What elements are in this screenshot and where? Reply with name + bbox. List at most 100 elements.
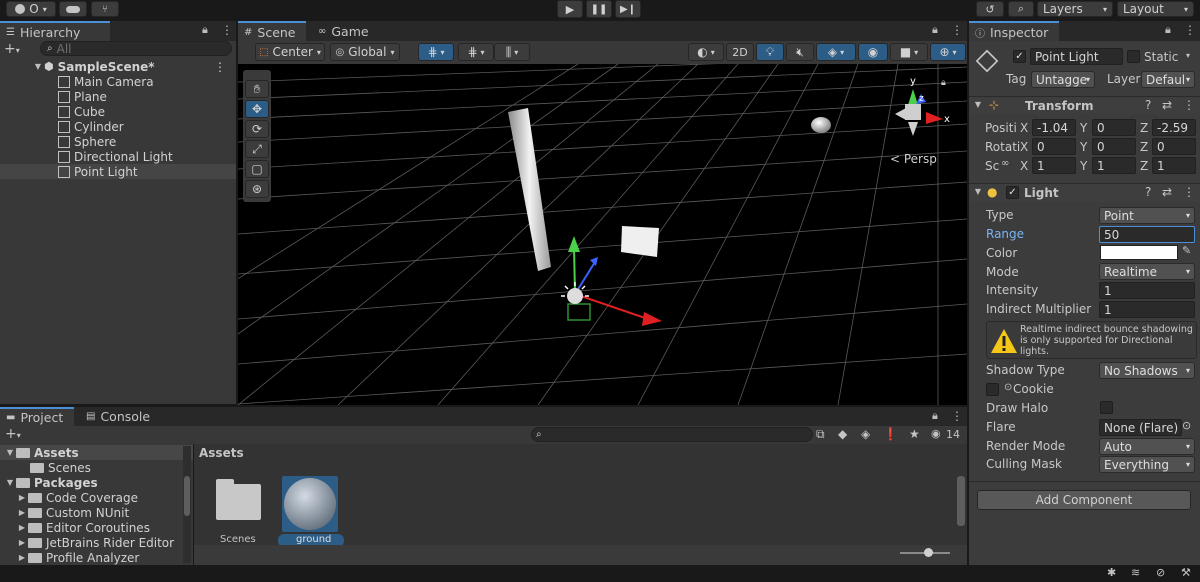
increment-snap-button[interactable]: ⫼ ▾ [494,43,530,61]
search-by-type-icon[interactable]: ⧉ [816,427,825,442]
play-button[interactable]: ▶ [557,0,583,18]
account-button[interactable]: O ▾ [6,1,56,17]
position-y-field[interactable]: 0 [1092,119,1136,136]
object-picker-icon[interactable]: ⊙ [1182,419,1191,432]
eye-icon[interactable]: ◉ [931,427,941,440]
transform-header[interactable]: ▼ ⊹ Transform ? ⇄ ⋮ [969,96,1200,114]
rotation-y-field[interactable]: 0 [1092,138,1136,155]
flare-field[interactable]: None (Flare) [1099,419,1182,436]
tree-item-packages[interactable]: ▼ Packages [0,475,193,490]
add-component-button[interactable]: Add Component [977,490,1191,510]
add-object-button[interactable]: +▾ [4,41,20,57]
create-asset-button[interactable]: +▾ [5,426,21,442]
scene-viewport[interactable]: ✋︎ ✥ ⟳ ⤢ ▢ ⊛ y x z 🔒︎ < Persp [238,64,967,405]
tab-inspector[interactable]: ⓘ Inspector [969,21,1059,41]
object-name-field[interactable]: Point Light [1030,48,1123,65]
tab-console[interactable]: ▤ Console [80,407,156,426]
preset-icon[interactable]: ⇄ [1162,98,1172,112]
camera-dropdown[interactable]: ■ ▾ [890,43,928,61]
rotation-z-field[interactable]: 0 [1152,138,1196,155]
step-button[interactable]: ▶❙ [615,0,641,18]
hierarchy-search-input[interactable]: ⌕ All [40,41,232,56]
draw-halo-checkbox[interactable] [1100,401,1113,414]
layout-dropdown[interactable]: Layout ▾ [1117,1,1194,17]
collab-button[interactable]: ⑂ [91,1,119,17]
history-button[interactable]: ↺ [976,1,1004,17]
hierarchy-item-cube[interactable]: Cube [0,104,236,119]
tab-game[interactable]: ∞ Game [312,21,375,41]
tree-item-package[interactable]: ▶ Profile Analyzer [0,550,193,565]
hierarchy-item-sphere[interactable]: Sphere [0,134,236,149]
scene-row[interactable]: ▼ ⬢ SampleScene* ⋮ [0,59,236,74]
visibility-toggle[interactable]: ◉ [858,43,888,61]
tag-icon[interactable]: ◈ [861,427,870,441]
hierarchy-item-cylinder[interactable]: Cylinder [0,119,236,134]
more-menu-icon[interactable]: ⋮ [951,23,963,37]
help-icon[interactable]: ? [1145,98,1151,112]
culling-mask-dropdown[interactable]: Everything ▾ [1099,456,1195,473]
preset-icon[interactable]: ⇄ [1162,185,1172,199]
position-x-field[interactable]: -1.04 [1032,119,1076,136]
light-header[interactable]: ▼ ● ✓ Light ? ⇄ ⋮ [969,183,1200,202]
position-z-field[interactable]: -2.59 [1152,119,1196,136]
tag-dropdown[interactable]: Untagge ▾ [1031,71,1095,88]
rotation-x-field[interactable]: 0 [1032,138,1076,155]
audio-toggle[interactable]: 🔇︎ [786,43,814,61]
search-by-label-icon[interactable]: ◆ [838,427,847,441]
hierarchy-item-main-camera[interactable]: Main Camera [0,74,236,89]
type-dropdown[interactable]: Point ▾ [1099,207,1195,224]
grid-settings-button[interactable]: ⋕ ▾ [458,43,494,61]
eyedropper-icon[interactable]: ✎ [1182,244,1191,257]
help-icon[interactable]: ? [1145,185,1151,199]
cube-object[interactable] [621,226,659,257]
2d-toggle[interactable]: 2D [726,43,754,61]
shadow-type-dropdown[interactable]: No Shadows ▾ [1099,362,1195,379]
cloud-button[interactable] [59,1,87,17]
more-menu-icon[interactable]: ⋮ [1184,23,1196,37]
collab-status-icon[interactable]: ⚒ [1181,566,1191,579]
lock-icon[interactable]: 🔒︎ [1165,23,1171,37]
more-menu-icon[interactable]: ⋮ [1183,98,1195,112]
pivot-dropdown[interactable]: ⬚ Center ▾ [255,43,325,61]
breadcrumb[interactable]: Assets [199,446,244,460]
active-checkbox[interactable]: ✓ [1013,50,1026,63]
more-menu-icon[interactable]: ⋮ [221,23,233,37]
tree-item-package[interactable]: ▶ Custom NUnit [0,505,193,520]
more-menu-icon[interactable]: ⋮ [1183,185,1195,199]
gizmo-lock-icon[interactable]: 🔒︎ [941,78,946,88]
layer-dropdown[interactable]: Defaul ▾ [1141,71,1195,88]
layers-stack-icon[interactable]: ≋ [1131,566,1140,579]
static-checkbox[interactable] [1127,50,1140,63]
bug-icon[interactable]: ✱ [1107,566,1116,579]
asset-tile-scenes[interactable]: Scenes [214,476,264,545]
lock-icon[interactable]: 🔒︎ [932,409,938,423]
asset-tile-ground[interactable]: ground [278,474,344,547]
perspective-label[interactable]: < Persp [890,152,937,166]
zoom-slider[interactable] [900,548,950,557]
hierarchy-item-plane[interactable]: Plane [0,89,236,104]
warning-filter-icon[interactable]: ❗ [883,427,898,441]
more-menu-icon[interactable]: ⋮ [951,409,963,423]
zoom-slider-thumb[interactable] [924,548,933,557]
light-enabled-checkbox[interactable]: ✓ [1006,186,1019,199]
pause-button[interactable]: ❚❚ [586,0,612,18]
render-mode-dropdown[interactable]: Auto ▾ [1099,438,1195,455]
indirect-field[interactable]: 1 [1099,301,1195,318]
draw-mode-dropdown[interactable]: ◐ ▾ [688,43,724,61]
hierarchy-item-point-light[interactable]: Point Light [0,164,236,179]
static-dropdown-icon[interactable]: ▾ [1186,51,1190,60]
cylinder-object[interactable] [508,108,551,271]
tab-hierarchy[interactable]: ☰ Hierarchy [0,21,110,41]
cookie-checkbox[interactable] [986,383,999,396]
tree-item-package[interactable]: ▶ JetBrains Rider Editor [0,535,193,550]
scale-z-field[interactable]: 1 [1152,157,1196,174]
scale-x-field[interactable]: 1 [1032,157,1076,174]
favorite-icon[interactable]: ★ [909,427,920,441]
intensity-field[interactable]: 1 [1099,282,1195,299]
tab-scene[interactable]: # Scene [238,21,306,41]
tree-item-scenes[interactable]: Scenes [0,460,193,475]
mode-dropdown[interactable]: Realtime ▾ [1099,263,1195,280]
color-swatch[interactable] [1100,245,1178,260]
range-field[interactable]: 50 [1099,226,1195,243]
more-menu-icon[interactable]: ⋮ [214,60,226,74]
